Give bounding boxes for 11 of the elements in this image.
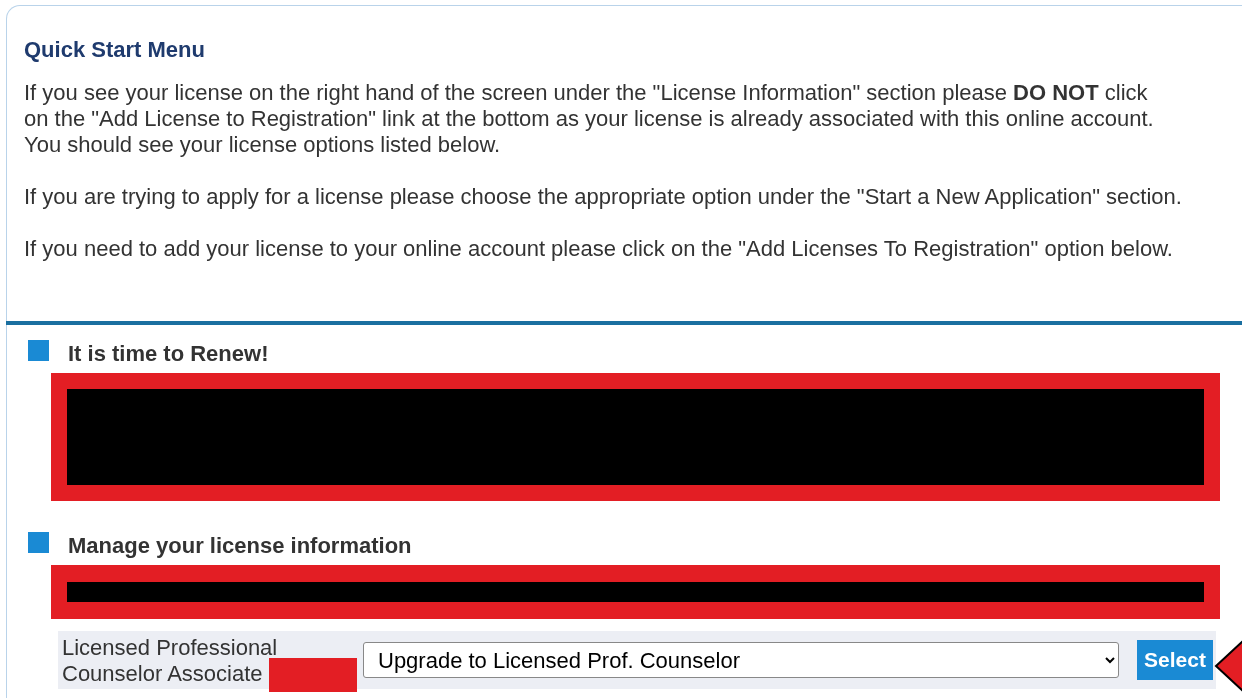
instruction-paragraph: If you need to add your license to your online account please click on the "Add Licenses To Registration" option below.	[24, 236, 1173, 262]
section-title: Manage your license information	[68, 531, 412, 560]
section-marker-icon	[28, 339, 49, 361]
section-marker-icon	[28, 531, 49, 553]
instruction-paragraph: If you are trying to apply for a license please choose the appropriate option under the "Start a New Application" section.	[24, 184, 1182, 210]
section-title: It is time to Renew!	[68, 339, 269, 368]
instruction-paragraph: If you see your license on the right hand of the screen under the "License Information" section please DO NOT click on the "Add License to Registration" link at the bottom as your license is already associated with this online account. You should see your license options listed below.	[24, 80, 1154, 158]
panel-title: Quick Start Menu	[24, 36, 206, 64]
license-name: Licensed Professional Counselor Associate	[62, 635, 278, 687]
action-select[interactable]: Upgrade to Licensed Prof. Counselor	[363, 642, 1119, 678]
select-button[interactable]: Select	[1137, 640, 1213, 680]
